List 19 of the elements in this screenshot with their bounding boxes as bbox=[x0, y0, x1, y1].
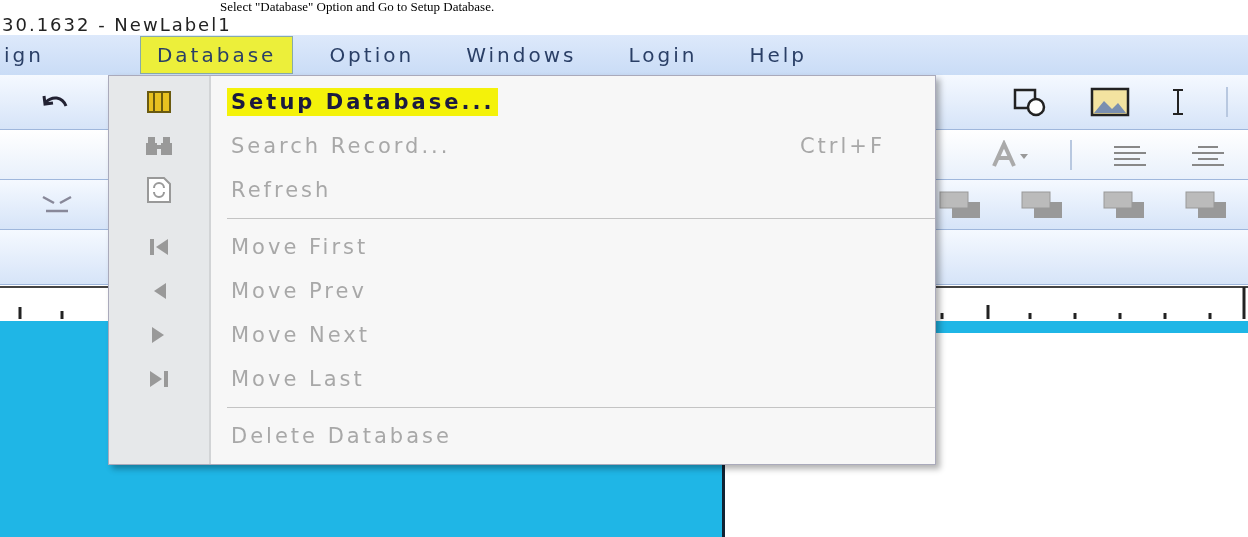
menu-item[interactable]: Database bbox=[139, 36, 294, 74]
last-record-icon bbox=[148, 369, 170, 389]
menu-item[interactable]: ign bbox=[0, 37, 60, 73]
layer-icon[interactable] bbox=[1102, 189, 1146, 220]
menu-item[interactable]: Help bbox=[733, 37, 823, 73]
first-record-icon bbox=[148, 237, 170, 257]
layer-icon[interactable] bbox=[938, 189, 982, 220]
picture-icon[interactable] bbox=[1090, 87, 1130, 117]
layer-icon[interactable] bbox=[1020, 189, 1064, 220]
refresh-icon bbox=[145, 176, 173, 204]
window-title: 30.1632 - NewLabel1 bbox=[1, 14, 233, 35]
layer-icon[interactable] bbox=[1184, 189, 1228, 220]
menu-item[interactable]: Windows bbox=[450, 37, 593, 73]
menu-item[interactable]: Setup Database... bbox=[109, 80, 935, 124]
binoculars-icon bbox=[144, 135, 174, 157]
menu-item[interactable]: Login bbox=[612, 37, 714, 73]
menu-item[interactable]: Option bbox=[313, 37, 431, 73]
caption-text: Select "Database" Option and Go to Setup Database. bbox=[219, 0, 496, 14]
database-icon bbox=[146, 90, 172, 114]
